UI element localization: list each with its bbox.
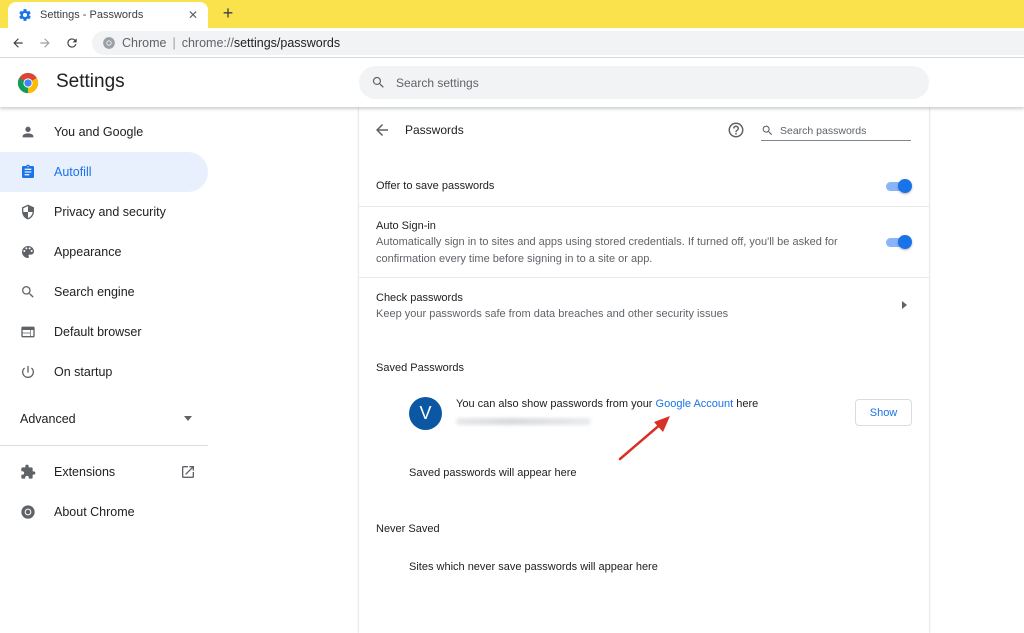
address-bar[interactable]: Chrome | chrome:// settings/passwords — [92, 31, 1024, 55]
browser-window-icon — [20, 324, 36, 340]
close-tab-icon[interactable]: ✕ — [186, 8, 200, 22]
never-saved-heading: Never Saved — [376, 523, 440, 535]
sidebar-item-privacy[interactable]: Privacy and security — [0, 192, 210, 232]
saved-passwords-heading: Saved Passwords — [376, 362, 465, 374]
offer-to-save-label: Offer to save passwords — [376, 180, 495, 192]
sidebar-advanced-toggle[interactable]: Advanced — [0, 392, 208, 446]
password-search[interactable] — [761, 121, 911, 141]
help-icon[interactable] — [727, 121, 745, 139]
clipboard-icon — [20, 164, 36, 180]
annotation-arrow-icon — [618, 416, 670, 461]
sidebar-item-label: Appearance — [54, 245, 122, 259]
sidebar-item-about-chrome[interactable]: About Chrome — [0, 492, 210, 532]
sidebar-item-label: You and Google — [54, 125, 144, 139]
sidebar-item-search-engine[interactable]: Search engine — [0, 272, 210, 312]
omnibox-separator: | — [172, 36, 176, 50]
browser-toolbar: Chrome | chrome:// settings/passwords — [0, 28, 1024, 58]
gear-icon — [19, 9, 31, 21]
subpage-title: Passwords — [405, 123, 464, 137]
sidebar-item-label: Privacy and security — [54, 205, 166, 219]
tab-title: Settings - Passwords — [40, 9, 144, 21]
sidebar-item-autofill[interactable]: Autofill — [0, 152, 208, 192]
sidebar-item-default-browser[interactable]: Default browser — [0, 312, 210, 352]
never-saved-empty: Sites which never save passwords will ap… — [409, 561, 658, 573]
settings-search-input[interactable] — [396, 75, 876, 90]
reload-icon — [67, 38, 77, 48]
sidebar-item-label: Search engine — [54, 285, 135, 299]
passwords-card: Passwords Offer to save passwords Auto S… — [359, 107, 929, 633]
arrow-right-icon — [40, 38, 50, 48]
arrow-left-icon — [13, 38, 23, 48]
check-passwords-description: Keep your passwords safe from data breac… — [376, 308, 729, 320]
chrome-site-icon — [103, 37, 115, 49]
reload-button[interactable] — [62, 33, 82, 53]
back-arrow-icon[interactable] — [373, 121, 391, 139]
power-icon — [20, 364, 36, 380]
account-promo-suffix: here — [733, 398, 759, 410]
url-path: settings/passwords — [233, 36, 341, 50]
shield-icon — [20, 204, 36, 220]
offer-to-save-toggle[interactable] — [886, 179, 912, 193]
show-button[interactable]: Show — [855, 399, 912, 426]
chrome-icon — [20, 504, 36, 520]
blurred-email — [456, 418, 591, 425]
sidebar-item-label: On startup — [54, 365, 113, 379]
settings-search[interactable] — [359, 66, 929, 99]
palette-icon — [20, 244, 36, 260]
chevron-right-icon — [902, 301, 907, 309]
new-tab-button[interactable]: + — [218, 3, 238, 24]
offer-to-save-row[interactable]: Offer to save passwords — [359, 165, 929, 207]
tab-settings-passwords[interactable]: Settings - Passwords ✕ — [8, 2, 208, 28]
puzzle-icon — [20, 464, 36, 480]
forward-button[interactable] — [35, 33, 55, 53]
page-title: Settings — [56, 71, 125, 92]
sidebar-item-label: Extensions — [54, 465, 116, 479]
toggle-knob — [898, 235, 912, 249]
check-passwords-row[interactable]: Check passwords Keep your passwords safe… — [359, 278, 929, 333]
advanced-label: Advanced — [20, 411, 76, 426]
back-button[interactable] — [8, 33, 28, 53]
saved-passwords-empty: Saved passwords will appear here — [409, 467, 577, 479]
sidebar-item-extensions[interactable]: Extensions — [0, 452, 210, 492]
sidebar-item-label: About Chrome — [54, 505, 135, 519]
search-icon — [762, 125, 773, 136]
avatar: V — [409, 397, 442, 430]
chrome-logo-icon — [17, 72, 39, 94]
subpage-header: Passwords — [359, 107, 929, 153]
toggle-knob — [898, 179, 912, 193]
sidebar-item-on-startup[interactable]: On startup — [0, 352, 210, 392]
open-in-new-icon — [180, 464, 196, 483]
tab-strip: Settings - Passwords ✕ + — [0, 0, 1024, 28]
settings-header: Settings — [0, 58, 1024, 107]
caret-down-icon — [184, 416, 192, 421]
sidebar-item-appearance[interactable]: Appearance — [0, 232, 210, 272]
search-icon — [20, 284, 36, 300]
person-icon — [20, 124, 36, 140]
sidebar-item-label: Autofill — [54, 165, 92, 179]
url-scheme: chrome:// — [181, 36, 234, 50]
search-icon — [372, 76, 384, 88]
auto-signin-row[interactable]: Auto Sign-in Automatically sign in to si… — [359, 207, 929, 278]
auto-signin-description: Automatically sign in to sites and apps … — [376, 236, 838, 265]
check-passwords-label: Check passwords — [376, 292, 463, 304]
auto-signin-toggle[interactable] — [886, 235, 912, 249]
sidebar-item-label: Default browser — [54, 325, 142, 339]
sidebar-item-you-and-google[interactable]: You and Google — [0, 112, 210, 152]
site-chip: Chrome — [122, 36, 167, 50]
settings-sidebar: You and Google Autofill Privacy and secu… — [0, 112, 210, 532]
auto-signin-label: Auto Sign-in — [376, 220, 436, 232]
password-search-input[interactable] — [780, 124, 908, 137]
account-promo-text: You can also show passwords from your Go… — [456, 398, 758, 410]
